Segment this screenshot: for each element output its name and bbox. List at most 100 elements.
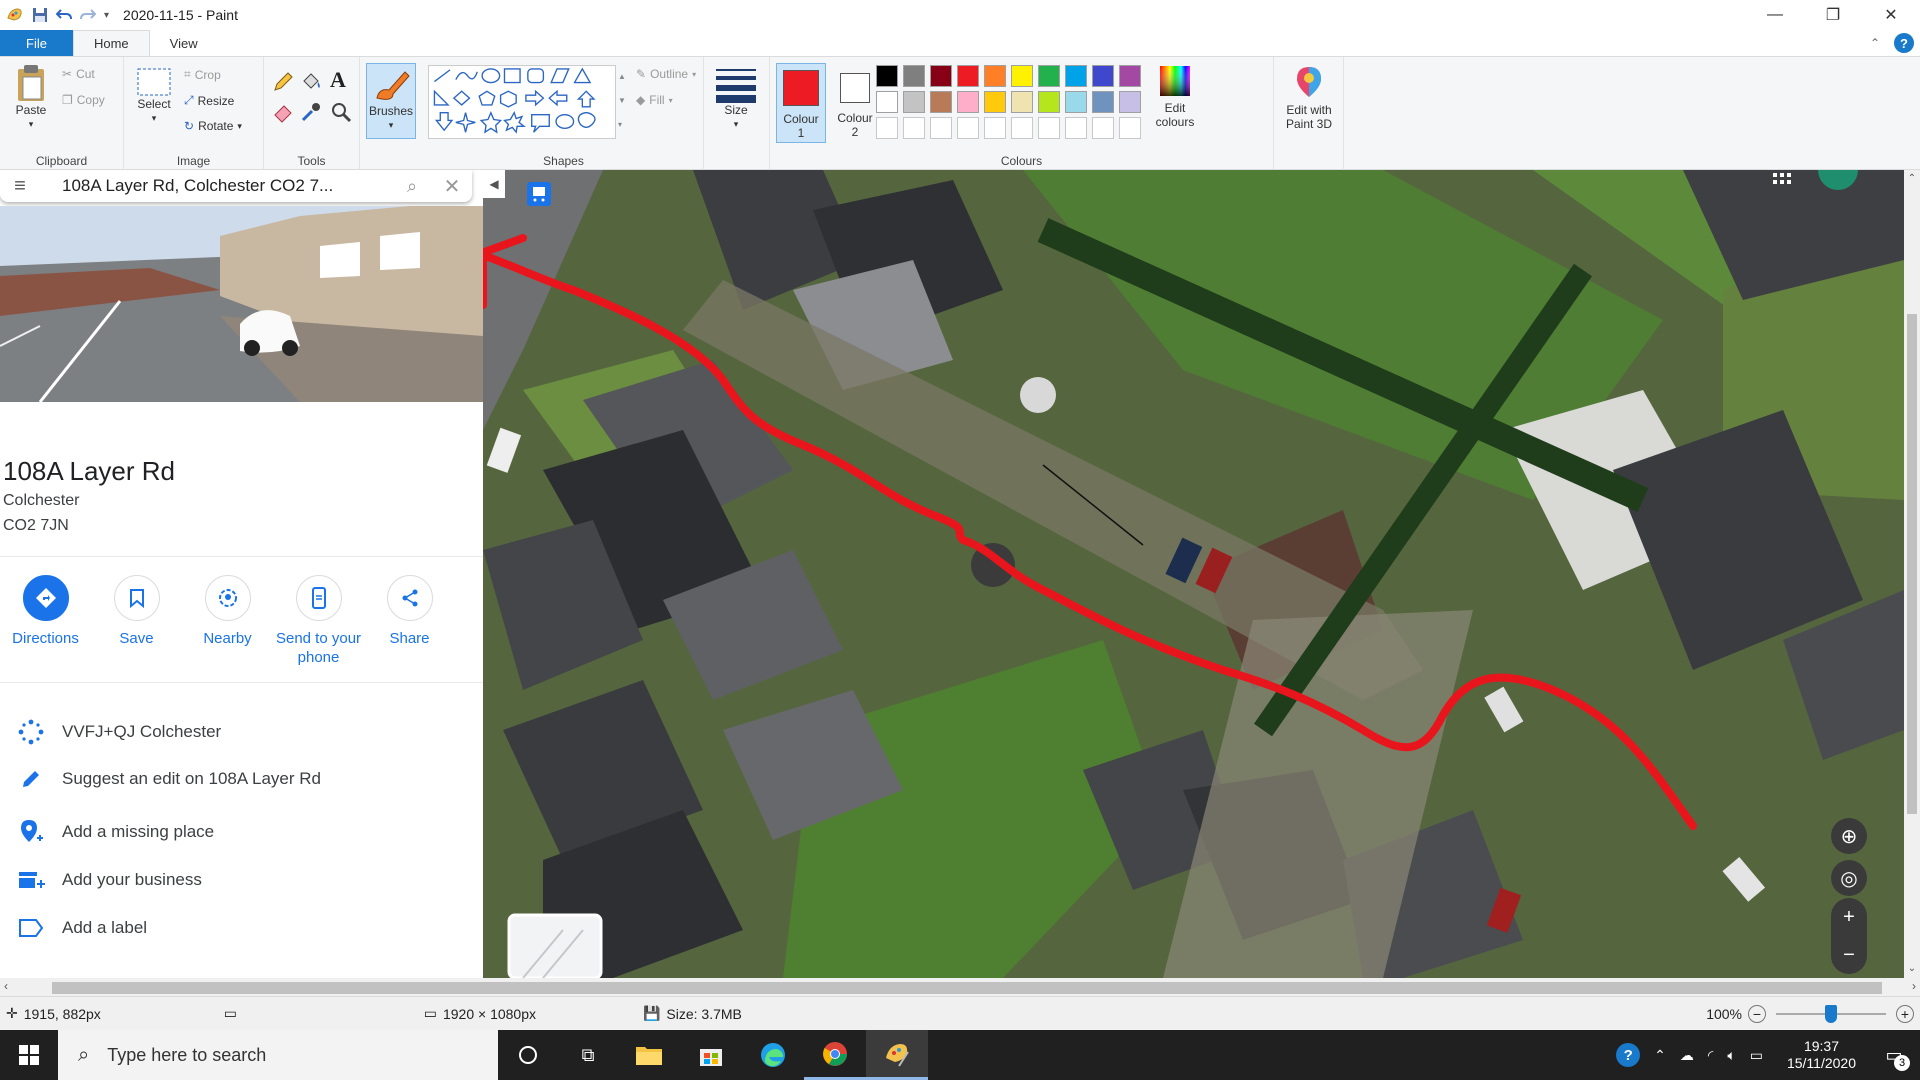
edit-with-paint3d-button[interactable]: Edit with Paint 3D	[1280, 65, 1338, 131]
help-icon[interactable]: ?	[1894, 33, 1914, 53]
maps-search-value[interactable]: 108A Layer Rd, Colchester CO2 7...	[62, 176, 392, 196]
scroll-down-arrow[interactable]: ⌄	[1904, 960, 1920, 978]
vertical-scroll-thumb[interactable]	[1907, 314, 1917, 814]
taskbar-search[interactable]: ⌕ Type here to search	[58, 1030, 498, 1080]
start-button[interactable]	[0, 1030, 58, 1080]
send-to-phone-action[interactable]: Send to your phone	[273, 575, 364, 667]
help-tray-icon[interactable]: ?	[1616, 1043, 1641, 1067]
maps-search-box[interactable]: ≡ 108A Layer Rd, Colchester CO2 7... ⌕ ✕	[0, 170, 472, 202]
palette-swatch[interactable]	[1092, 91, 1114, 113]
task-view-button[interactable]: ⧉	[558, 1045, 618, 1066]
horizontal-scroll-thumb[interactable]	[52, 982, 1882, 994]
select-button[interactable]: Select ▾	[132, 67, 176, 125]
undo-icon[interactable]	[56, 7, 72, 23]
palette-swatch[interactable]	[1065, 117, 1087, 139]
palette-swatch[interactable]	[1092, 117, 1114, 139]
copy-button[interactable]: ❐ Copy	[62, 93, 105, 107]
palette-swatch[interactable]	[1011, 65, 1033, 87]
save-action[interactable]: Save	[91, 575, 182, 667]
map-transit-icon[interactable]	[527, 182, 551, 206]
outline-button[interactable]: ✎ Outline ▾	[636, 67, 696, 81]
palette-swatch[interactable]	[903, 65, 925, 87]
wifi-icon[interactable]: ◜	[1708, 1047, 1713, 1064]
map-thumbnail[interactable]	[507, 913, 603, 978]
redo-icon[interactable]	[80, 7, 96, 23]
tab-view[interactable]: View	[150, 30, 218, 56]
minimize-button[interactable]: —	[1746, 0, 1804, 30]
volume-icon[interactable]: 🔈︎	[1727, 1047, 1735, 1064]
share-action[interactable]: Share	[364, 575, 455, 667]
edge-button[interactable]	[742, 1030, 804, 1080]
store-button[interactable]	[680, 1030, 742, 1080]
pencil-icon[interactable]	[272, 71, 294, 93]
palette-swatch[interactable]	[1119, 65, 1141, 87]
colour1-button[interactable]: Colour 1	[776, 63, 826, 143]
panel-collapse-tab[interactable]: ◀	[483, 170, 505, 198]
zoom-slider-thumb[interactable]	[1825, 1004, 1837, 1023]
palette-swatch[interactable]	[1065, 65, 1087, 87]
palette-swatch[interactable]	[957, 91, 979, 113]
show-hidden-icons[interactable]: ⌃	[1654, 1047, 1666, 1064]
zoom-in-button[interactable]: +	[1896, 1004, 1914, 1023]
cortana-button[interactable]	[498, 1046, 558, 1064]
chrome-button[interactable]	[804, 1030, 866, 1080]
palette-swatch[interactable]	[984, 117, 1006, 139]
color-picker-icon[interactable]	[300, 101, 322, 123]
palette-swatch[interactable]	[876, 117, 898, 139]
map-layers-button[interactable]: ⊕	[1831, 818, 1867, 854]
nearby-action[interactable]: Nearby	[182, 575, 273, 667]
scroll-right-arrow[interactable]: ›	[1912, 979, 1916, 993]
palette-swatch[interactable]	[1119, 91, 1141, 113]
map-zoom-in-button[interactable]: +	[1831, 898, 1867, 936]
cut-button[interactable]: ✂ Cut	[62, 67, 95, 81]
palette-swatch[interactable]	[876, 91, 898, 113]
add-missing-place-row[interactable]: Add a missing place	[0, 818, 214, 846]
edit-colours-button[interactable]: Edit colours	[1148, 65, 1202, 129]
palette-swatch[interactable]	[876, 65, 898, 87]
palette-swatch[interactable]	[930, 65, 952, 87]
palette-swatch[interactable]	[957, 117, 979, 139]
palette-swatch[interactable]	[1092, 65, 1114, 87]
scroll-up-arrow[interactable]: ⌃	[1904, 170, 1920, 188]
brushes-button[interactable]: Brushes ▾	[366, 63, 416, 139]
zoom-slider[interactable]	[1776, 1004, 1886, 1023]
map-zoom-out-button[interactable]: −	[1831, 936, 1867, 974]
colour2-button[interactable]: Colour 2	[830, 63, 880, 143]
suggest-edit-row[interactable]: Suggest an edit on 108A Layer Rd	[0, 768, 321, 790]
scroll-left-arrow[interactable]: ‹	[4, 979, 8, 993]
palette-swatch[interactable]	[1038, 117, 1060, 139]
palette-swatch[interactable]	[930, 117, 952, 139]
vertical-scrollbar[interactable]: ⌃ ⌄	[1904, 170, 1920, 978]
palette-swatch[interactable]	[1011, 117, 1033, 139]
palette-swatch[interactable]	[1038, 91, 1060, 113]
onedrive-icon[interactable]: ☁	[1680, 1047, 1694, 1064]
satellite-map[interactable]	[483, 170, 1904, 978]
clock[interactable]: 19:37 15/11/2020	[1787, 1038, 1856, 1072]
magnifier-icon[interactable]	[330, 101, 352, 123]
shapes-gallery[interactable]	[428, 65, 616, 139]
street-view-photo[interactable]	[0, 206, 483, 402]
clear-search-icon[interactable]: ✕	[432, 174, 472, 199]
tab-file[interactable]: File	[0, 30, 73, 56]
directions-action[interactable]: Directions	[0, 575, 91, 667]
battery-icon[interactable]: ▭	[1750, 1047, 1763, 1064]
maximize-button[interactable]: ❐	[1804, 0, 1862, 30]
add-label-row[interactable]: Add a label	[0, 918, 147, 938]
file-explorer-button[interactable]	[618, 1030, 680, 1080]
close-button[interactable]: ✕	[1862, 0, 1920, 30]
add-business-row[interactable]: Add your business	[0, 868, 202, 892]
customize-toolbar-icon[interactable]: ▾	[104, 10, 109, 21]
notification-center-button[interactable]: ▭ 3	[1880, 1041, 1910, 1071]
fill-button[interactable]: ◆ Fill ▾	[636, 93, 673, 107]
palette-swatch[interactable]	[1065, 91, 1087, 113]
eraser-icon[interactable]	[272, 101, 294, 123]
fill-bucket-icon[interactable]	[300, 71, 322, 93]
menu-icon[interactable]: ≡	[0, 175, 40, 198]
palette-swatch[interactable]	[1038, 65, 1060, 87]
size-button[interactable]: Size ▾	[714, 67, 758, 131]
image-canvas[interactable]: ⊕ ◎ + − ◀ ≡ 108A Layer Rd, Colchester CO…	[0, 170, 1904, 978]
my-location-button[interactable]: ◎	[1831, 860, 1867, 896]
rotate-button[interactable]: ↻ Rotate ▾	[184, 119, 242, 133]
crop-button[interactable]: ⌗ Crop	[184, 67, 221, 82]
palette-swatch[interactable]	[930, 91, 952, 113]
